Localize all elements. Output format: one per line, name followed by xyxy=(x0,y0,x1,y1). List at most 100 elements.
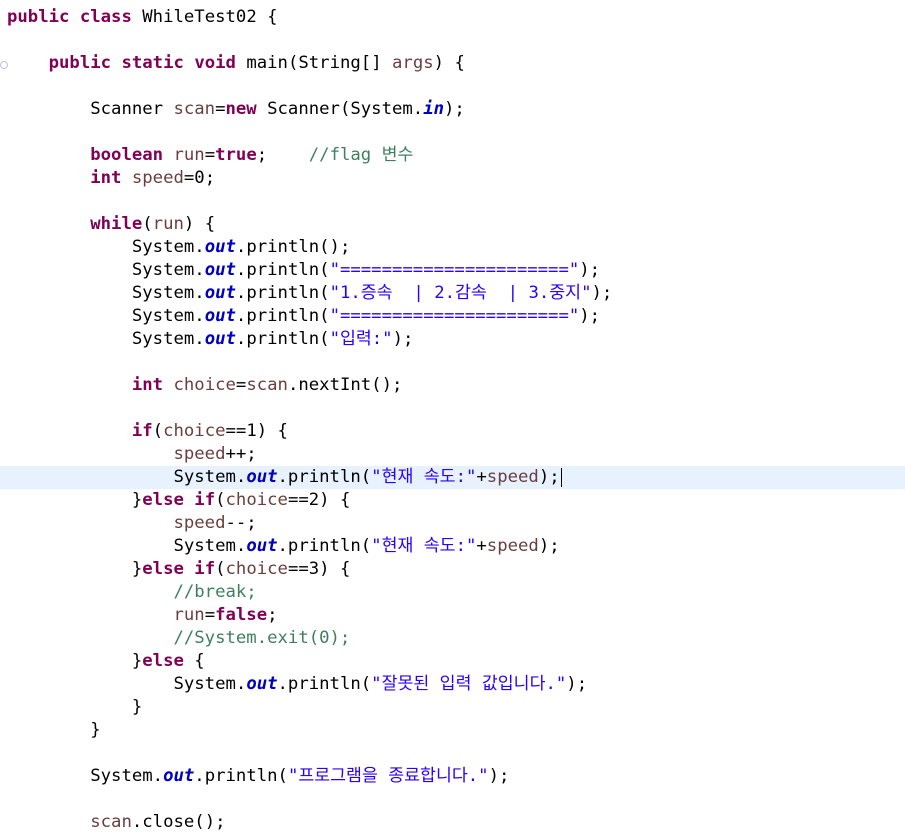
field-token: in xyxy=(423,99,444,119)
code-token: ); xyxy=(538,467,560,487)
code-line-text: System.out.println("입력:"); xyxy=(7,328,414,351)
code-line[interactable]: System.out.println("현재 속도:"+speed); xyxy=(0,466,905,489)
string-token: ." xyxy=(545,674,567,694)
code-line[interactable]: System.out.println(); xyxy=(0,236,905,259)
code-token: ); xyxy=(444,99,465,119)
code-line[interactable]: speed++; xyxy=(0,443,905,466)
string-token: :" xyxy=(455,536,477,556)
code-line[interactable]: System.out.println("====================… xyxy=(0,305,905,328)
code-line[interactable] xyxy=(0,75,905,98)
code-line-text: System.out.println("프로그램을 종료합니다."); xyxy=(7,765,509,788)
code-token: } xyxy=(90,720,101,740)
code-line[interactable] xyxy=(0,190,905,213)
code-line[interactable]: } xyxy=(0,719,905,742)
code-line-text: //System.exit(0); xyxy=(7,627,350,650)
code-token: = xyxy=(204,605,216,625)
code-token: ); xyxy=(488,766,510,786)
code-token: System. xyxy=(131,329,205,349)
code-token: ); xyxy=(579,306,601,326)
comment-token: //System.exit(0); xyxy=(173,628,351,648)
code-line[interactable]: run=false; xyxy=(0,604,905,627)
code-line-text: int choice=scan.nextInt(); xyxy=(7,374,403,397)
code-line[interactable]: speed--; xyxy=(0,512,905,535)
code-line[interactable]: //System.exit(0); xyxy=(0,627,905,650)
code-line[interactable]: System.out.println("입력:"); xyxy=(0,328,905,351)
string-token: " xyxy=(371,536,382,556)
code-token: ); xyxy=(579,260,601,280)
code-line[interactable]: }else { xyxy=(0,650,905,673)
code-line[interactable]: } xyxy=(0,696,905,719)
keyword-token: static xyxy=(121,53,184,73)
keyword-token: true xyxy=(215,145,257,165)
code-token: } xyxy=(131,490,143,510)
code-line[interactable] xyxy=(0,397,905,420)
string-token: " xyxy=(329,329,340,349)
code-line[interactable]: }else if(choice==3) { xyxy=(0,558,905,581)
field-token: out xyxy=(163,766,195,786)
code-line-text: Scanner scan=new Scanner(System.in); xyxy=(7,98,465,121)
code-line[interactable] xyxy=(0,788,905,811)
code-line[interactable]: scan.close(); xyxy=(0,811,905,834)
code-line[interactable] xyxy=(0,742,905,765)
code-token: System. xyxy=(173,674,247,694)
code-line[interactable]: //break; xyxy=(0,581,905,604)
code-line[interactable] xyxy=(0,351,905,374)
code-editor[interactable]: public class WhileTest02 { public static… xyxy=(0,0,905,836)
code-line-text: speed--; xyxy=(7,512,256,535)
code-line[interactable]: public class WhileTest02 { xyxy=(0,6,905,29)
variable-token: run xyxy=(173,605,205,625)
code-line[interactable]: int speed=0; xyxy=(0,167,905,190)
code-line[interactable]: Scanner scan=new Scanner(System.in); xyxy=(0,98,905,121)
string-token: 프로그램을 종료합니다 xyxy=(298,766,468,786)
code-line-text: System.out.println(); xyxy=(7,236,351,259)
string-token: 증속 xyxy=(360,283,393,303)
code-line[interactable]: System.out.println("프로그램을 종료합니다."); xyxy=(0,765,905,788)
field-token: out xyxy=(204,260,236,280)
code-token: ==3) { xyxy=(287,559,351,579)
variable-token: choice xyxy=(163,421,226,441)
code-token: System. xyxy=(131,260,205,280)
field-token: out xyxy=(204,283,236,303)
code-line[interactable]: public static void main(String[] args) { xyxy=(0,52,905,75)
string-token: " xyxy=(287,766,299,786)
code-line-text: //break; xyxy=(7,581,256,604)
code-line[interactable]: while(run) { xyxy=(0,213,905,236)
keyword-token: void xyxy=(194,53,236,73)
variable-token: speed xyxy=(173,444,226,464)
code-line[interactable]: System.out.println("1.증속 | 2.감속 | 3.중지")… xyxy=(0,282,905,305)
variable-token: speed xyxy=(131,168,184,188)
code-line[interactable]: System.out.println("현재 속도:"+speed); xyxy=(0,535,905,558)
string-token: 입력 xyxy=(339,329,372,349)
code-line-text: }else if(choice==3) { xyxy=(7,558,351,581)
code-token: .println( xyxy=(235,283,330,303)
code-line-text: }else { xyxy=(7,650,205,673)
code-line[interactable]: int choice=scan.nextInt(); xyxy=(0,374,905,397)
code-line[interactable]: System.out.println("잘못된 입력 값입니다."); xyxy=(0,673,905,696)
field-token: out xyxy=(246,467,278,487)
code-line[interactable]: boolean run=true; //flag 변수 xyxy=(0,144,905,167)
variable-token: run xyxy=(173,145,205,165)
code-token: .println( xyxy=(235,260,330,280)
code-line[interactable]: if(choice==1) { xyxy=(0,420,905,443)
string-token: | 3. xyxy=(486,283,550,303)
code-line[interactable]: }else if(choice==2) { xyxy=(0,489,905,512)
variable-token: scan xyxy=(246,375,288,395)
code-line-text: System.out.println("1.증속 | 2.감속 | 3.중지")… xyxy=(7,282,612,305)
code-line[interactable] xyxy=(0,29,905,52)
field-token: out xyxy=(204,237,236,257)
code-line[interactable] xyxy=(0,121,905,144)
string-token: :" xyxy=(455,467,477,487)
code-line[interactable]: System.out.println("====================… xyxy=(0,259,905,282)
